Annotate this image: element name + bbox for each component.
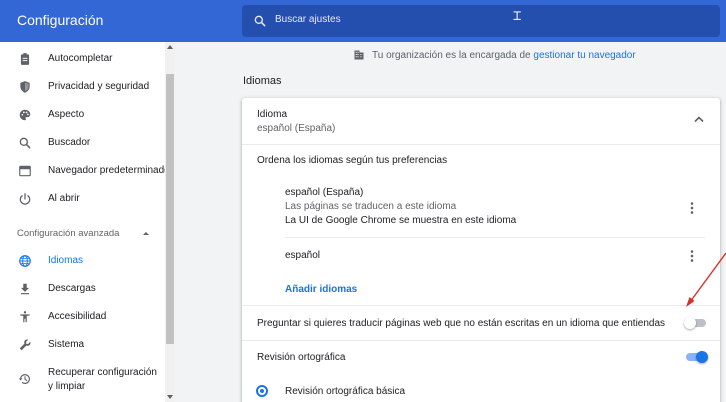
sidebar-item-label: Recuperar configuración y limpiar <box>48 367 157 392</box>
language-heading[interactable]: Idioma <box>257 109 287 120</box>
globe-icon <box>19 255 31 267</box>
download-icon <box>20 283 30 295</box>
divider <box>242 144 720 145</box>
restore-icon <box>18 374 30 384</box>
language-row: español <box>285 250 705 266</box>
wrench-icon <box>19 339 31 351</box>
shield-icon <box>20 81 30 93</box>
power-icon <box>19 193 31 205</box>
sidebar: Autocompletar Privacidad y seguridad Asp… <box>0 42 175 402</box>
sidebar-item-idiomas[interactable]: Idiomas <box>0 248 165 274</box>
manage-browser-link[interactable]: gestionar tu navegador <box>533 50 635 61</box>
annotation-arrow-icon <box>686 252 726 307</box>
more-vert-icon[interactable] <box>690 202 694 214</box>
sidebar-item-label: Accesibilidad <box>48 311 107 322</box>
app-title: Configuración <box>17 12 104 28</box>
sidebar-item-recuperar[interactable]: Recuperar configuración y limpiar <box>0 362 165 396</box>
sidebar-item-accesibilidad[interactable]: Accesibilidad <box>0 304 165 330</box>
language-name: español <box>285 250 321 261</box>
toggle-knob <box>696 351 708 363</box>
language-row: español (España) Las páginas se traducen… <box>285 187 705 227</box>
sidebar-item-label: Sistema <box>48 339 85 350</box>
spellcheck-label: Revisión ortográfica <box>257 352 346 363</box>
add-languages-button[interactable]: Añadir idiomas <box>285 284 357 295</box>
sidebar-item-aspecto[interactable]: Aspecto <box>0 102 165 128</box>
sidebar-item-sistema[interactable]: Sistema <box>0 332 165 358</box>
sidebar-item-buscador[interactable]: Buscador <box>0 130 165 156</box>
sidebar-item-autocompletar[interactable]: Autocompletar <box>0 46 165 72</box>
scroll-up-arrow-icon[interactable] <box>167 45 173 49</box>
sidebar-item-descargas[interactable]: Descargas <box>0 276 165 302</box>
language-translate-note: Las páginas se traducen a este idioma <box>285 201 457 212</box>
sidebar-item-label: Idiomas <box>48 255 84 266</box>
clipboard-icon <box>20 53 30 65</box>
chevron-up-icon[interactable] <box>694 115 704 123</box>
advanced-section-heading[interactable]: Configuración avanzada <box>17 228 119 239</box>
languages-card: Idioma español (España) Ordena los idiom… <box>242 98 720 402</box>
divider <box>242 305 720 306</box>
sidebar-item-label: Navegador predeterminado <box>48 165 170 176</box>
spellcheck-basic-label: Revisión ortográfica básica <box>285 386 406 397</box>
app-header: Configuración Buscar ajustes ⌶ <box>0 0 726 42</box>
translate-offer-toggle[interactable] <box>684 317 706 329</box>
collapse-arrow-icon[interactable] <box>143 232 149 235</box>
search-box[interactable]: Buscar ajustes ⌶ <box>242 5 720 37</box>
order-languages-label: Ordena los idiomas según tus preferencia… <box>257 155 448 166</box>
spellcheck-basic-radio[interactable] <box>256 385 268 397</box>
search-input[interactable]: Buscar ajustes <box>275 14 341 25</box>
language-current-value: español (España) <box>257 123 336 134</box>
translate-offer-label: Preguntar si quieres traducir páginas we… <box>257 318 666 329</box>
text-cursor-icon: ⌶ <box>513 8 522 24</box>
radio-dot <box>260 389 264 393</box>
accessibility-icon <box>20 311 30 323</box>
sidebar-item-label: Privacidad y seguridad <box>48 81 150 92</box>
sidebar-item-label: Descargas <box>48 283 96 294</box>
scroll-down-arrow-icon[interactable] <box>167 395 173 399</box>
language-ui-note: La UI de Google Chrome se muestra en est… <box>285 215 517 226</box>
search-icon <box>254 15 266 27</box>
sidebar-item-label: Al abrir <box>48 193 80 204</box>
language-name: español (España) <box>285 187 364 198</box>
sidebar-item-label: Aspecto <box>48 109 85 120</box>
sidebar-item-label: Autocompletar <box>48 53 113 64</box>
palette-icon <box>19 109 31 121</box>
sidebar-item-al-abrir[interactable]: Al abrir <box>0 186 165 212</box>
divider <box>242 340 720 341</box>
sidebar-item-navegador-predeterminado[interactable]: Navegador predeterminado <box>0 158 170 184</box>
search-icon <box>19 137 31 149</box>
browser-window-icon <box>19 165 31 177</box>
spellcheck-toggle[interactable] <box>684 351 708 363</box>
toggle-knob <box>684 317 696 329</box>
divider <box>285 237 705 238</box>
sidebar-scrollbar-thumb[interactable] <box>166 74 174 344</box>
managed-notice-text: Tu organización es la encargada de <box>372 50 534 61</box>
building-icon <box>354 50 364 60</box>
sidebar-item-privacidad[interactable]: Privacidad y seguridad <box>0 74 165 100</box>
section-title: Idiomas <box>243 75 282 87</box>
sidebar-item-label: Buscador <box>48 137 91 148</box>
